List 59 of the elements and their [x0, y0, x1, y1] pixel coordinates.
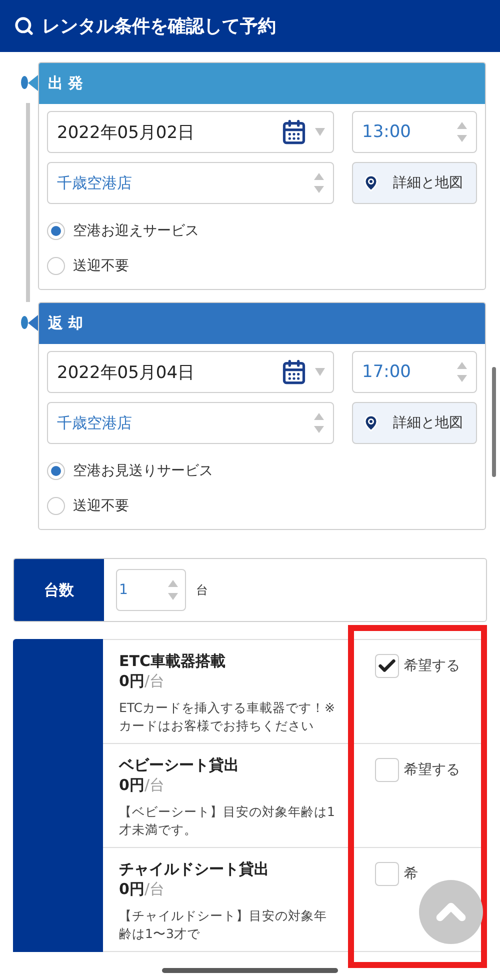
map-button[interactable]: 詳細と地図 — [352, 162, 477, 204]
radio-button[interactable] — [47, 462, 65, 480]
checkbox[interactable] — [375, 758, 399, 782]
request-checkbox[interactable]: 希望する — [375, 652, 460, 678]
caret-icon — [315, 128, 325, 136]
option-name: ETC車載器搭載 — [119, 652, 226, 671]
page-title: レンタル条件を確認して予約 — [42, 15, 276, 38]
radio-label: 送迎不要 — [73, 256, 129, 274]
radio-option[interactable]: 空港お迎えサービス — [47, 213, 477, 248]
scroll-bar[interactable] — [492, 367, 496, 477]
map-pin-icon — [362, 414, 380, 432]
option-description: 【ベビーシート】目安の対象年齢は1才未満です。 — [119, 803, 336, 839]
card-header: 出 発 — [39, 63, 485, 104]
map-button[interactable]: 詳細と地図 — [352, 402, 477, 444]
date-field[interactable]: 2022年05月02日 — [47, 111, 334, 153]
calendar-icon — [281, 119, 307, 145]
radio-option[interactable]: 空港お見送りサービス — [47, 453, 477, 488]
calendar-icon — [281, 359, 307, 385]
option-price: 0円/台 — [119, 880, 166, 899]
radio-button[interactable] — [47, 222, 65, 240]
radio-button[interactable] — [47, 496, 65, 514]
time-field[interactable]: 17:00 — [352, 351, 477, 393]
time-field[interactable]: 13:00 — [352, 111, 477, 153]
option-price: 0円/台 — [119, 776, 166, 795]
map-pin-icon — [362, 174, 380, 192]
count-label: 台数 — [14, 559, 104, 621]
checkbox[interactable] — [375, 654, 399, 678]
option-description: 【チャイルドシート】目安の対象年齢は1〜3才で — [119, 907, 328, 943]
spinner-icon[interactable] — [313, 412, 325, 434]
store-select[interactable]: 千歳空港店 — [47, 402, 334, 444]
spinner-icon[interactable] — [313, 172, 325, 194]
count-field[interactable]: 1 — [116, 569, 186, 611]
option-name: ベビーシート貸出 — [119, 756, 240, 775]
caret-icon — [315, 368, 325, 376]
radio-option[interactable]: 送迎不要 — [47, 488, 477, 523]
checkbox-label: 希望する — [404, 657, 460, 675]
request-checkbox[interactable]: 希望する — [375, 756, 460, 782]
checkbox[interactable] — [375, 862, 399, 886]
spinner-icon[interactable] — [456, 121, 468, 143]
option-description: ETCカードを挿入する車載器です！※カードはお客様でお持ちください — [119, 699, 336, 735]
store-select[interactable]: 千歳空港店 — [47, 162, 334, 204]
radio-option[interactable]: 送迎不要 — [47, 248, 477, 283]
checkbox-label: 希望する — [404, 761, 460, 779]
search-icon — [14, 16, 34, 36]
spinner-icon[interactable] — [167, 579, 179, 601]
timeline-dot — [21, 316, 28, 329]
radio-label: 空港お見送りサービス — [73, 462, 213, 480]
date-field[interactable]: 2022年05月04日 — [47, 351, 334, 393]
unit-label: 台 — [196, 582, 208, 598]
radio-label: 送迎不要 — [73, 496, 129, 514]
checkbox-label: 希 — [404, 865, 418, 883]
radio-button[interactable] — [47, 256, 65, 274]
request-checkbox[interactable]: 希 — [375, 860, 418, 886]
card-header: 返 却 — [39, 303, 485, 344]
option-name: チャイルドシート貸出 — [119, 860, 270, 879]
timeline-dot — [21, 76, 28, 89]
option-price: 0円/台 — [119, 672, 166, 691]
spinner-icon[interactable] — [456, 361, 468, 383]
radio-label: 空港お迎えサービス — [73, 222, 199, 240]
